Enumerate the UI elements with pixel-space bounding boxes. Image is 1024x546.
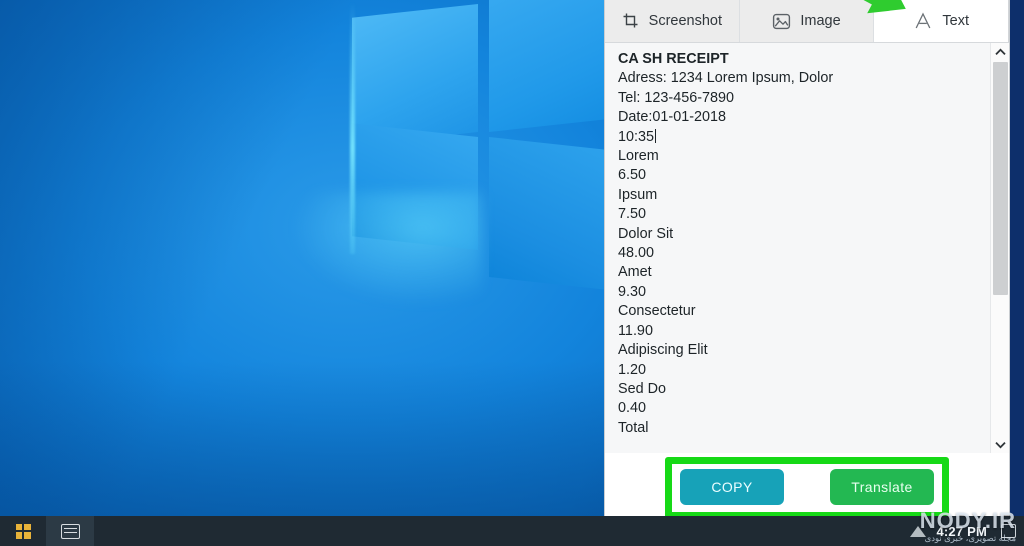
task-view-icon <box>60 523 80 539</box>
ocr-text-line: Date:01-01-2018 <box>618 109 727 126</box>
ocr-text-line: 0.40 <box>618 400 647 417</box>
wifi-icon[interactable] <box>910 525 927 537</box>
scrollbar-track[interactable] <box>991 60 1010 436</box>
text-caret <box>655 128 657 143</box>
taskbar: 4:27 PM <box>0 516 1024 546</box>
ocr-text-output[interactable]: CA SH RECEIPT Adress: 1234 Lorem Ipsum, D… <box>605 43 990 453</box>
tab-text[interactable]: Text <box>874 0 1009 42</box>
ocr-text-line: Lorem <box>618 148 659 165</box>
tab-image-label: Image <box>800 12 841 29</box>
ocr-text-line: Total <box>618 419 649 436</box>
tab-screenshot[interactable]: Screenshot <box>605 0 740 42</box>
ocr-text-line: 7.50 <box>618 206 647 223</box>
scrollbar-thumb[interactable] <box>992 62 1008 296</box>
tab-text-label: Text <box>942 12 969 29</box>
taskbar-clock[interactable]: 4:27 PM <box>936 524 991 539</box>
copy-button[interactable]: COPY <box>680 468 784 505</box>
ocr-text-line: Adress: 1234 Lorem Ipsum, Dolor <box>618 70 834 87</box>
ocr-text-line: Ipsum <box>618 186 658 203</box>
ocr-text-line: Tel: 123-456-7890 <box>618 89 735 106</box>
ocr-text-line: 10:35 <box>618 128 657 145</box>
ocr-text-line: Sed Do <box>618 380 666 397</box>
crop-icon <box>622 12 640 30</box>
picture-icon <box>772 12 791 31</box>
ocr-text-line: 6.50 <box>618 167 647 184</box>
ocr-text-line: Consectetur <box>618 303 696 320</box>
action-bar: COPY Translate <box>605 453 1009 520</box>
ocr-text-line: 11.90 <box>618 322 653 339</box>
start-button[interactable] <box>0 516 46 546</box>
system-tray: 4:27 PM <box>910 524 1024 539</box>
tab-bar: Screenshot Image Text <box>605 0 1009 43</box>
right-edge-strip <box>1010 0 1024 516</box>
ocr-text-line: 1.20 <box>618 361 647 378</box>
ocr-text-line: CA SH RECEIPT <box>618 51 729 67</box>
tab-image[interactable]: Image <box>739 0 875 42</box>
ocr-text-line: 48.00 <box>618 245 655 262</box>
text-area-wrapper: CA SH RECEIPT Adress: 1234 Lorem Ipsum, D… <box>605 43 1009 453</box>
ocr-text-line: Adipiscing Elit <box>618 342 708 359</box>
ocr-text-line: Amet <box>618 264 652 281</box>
translate-button[interactable]: Translate <box>830 468 934 505</box>
tab-screenshot-label: Screenshot <box>648 12 723 29</box>
ocr-text-line: Dolor Sit <box>618 225 674 242</box>
windows-start-icon <box>15 523 31 539</box>
task-view-button[interactable] <box>46 516 94 546</box>
screen: Screenshot Image Text CA SH RECEIPT Adre… <box>0 0 1024 546</box>
ocr-text-line: 9.30 <box>618 283 647 300</box>
ocr-app-panel: Screenshot Image Text CA SH RECEIPT Adre… <box>604 0 1010 521</box>
letter-a-icon <box>913 11 933 31</box>
scroll-down-arrow-icon[interactable] <box>991 436 1010 453</box>
notification-icon[interactable] <box>1001 524 1016 538</box>
text-scrollbar[interactable] <box>990 43 1009 453</box>
scroll-up-arrow-icon[interactable] <box>991 43 1010 60</box>
